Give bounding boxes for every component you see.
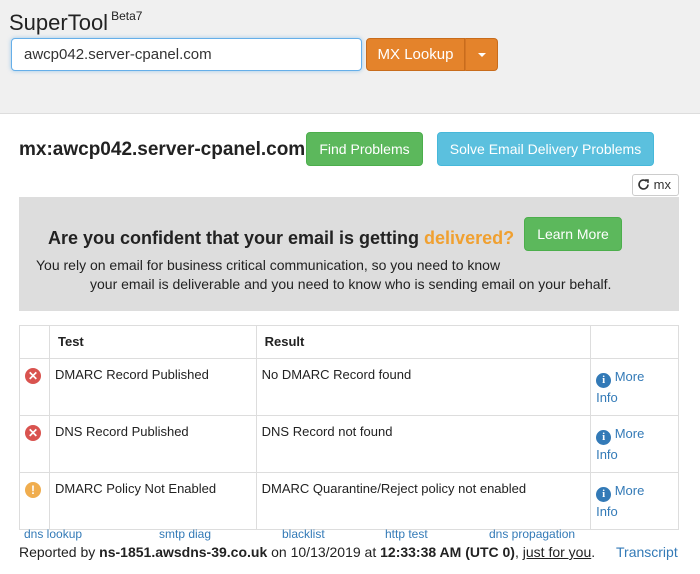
- just-for-you-link[interactable]: just for you: [523, 544, 591, 560]
- domain-search-input[interactable]: awcp042.server-cpanel.com: [11, 38, 362, 71]
- info-circle-icon: i: [596, 430, 612, 445]
- more-info-link[interactable]: i More Info: [590, 472, 679, 530]
- test-cell: DMARC Record Published: [48, 358, 257, 416]
- result-cell: DMARC Quarantine/Reject policy not enabl…: [255, 472, 592, 530]
- table-row: ✕ DMARC Record Published No DMARC Record…: [19, 358, 679, 416]
- blacklist-link[interactable]: blacklist: [282, 527, 325, 541]
- test-cell: DNS Record Published: [48, 415, 257, 473]
- dns-lookup-link[interactable]: dns lookup: [24, 527, 82, 541]
- top-bar: SuperTool Beta7 awcp042.server-cpanel.com…: [0, 0, 700, 84]
- results-table: Test Result ✕ DMARC Record Published No …: [19, 325, 679, 530]
- table-header-row: Test Result: [19, 325, 679, 359]
- result-cell: DNS Record not found: [255, 415, 592, 473]
- info-circle-icon: i: [596, 487, 612, 502]
- error-circle-icon: ✕: [25, 425, 41, 441]
- info-column-header: [590, 325, 679, 359]
- transcript-link[interactable]: Transcript: [616, 544, 678, 560]
- status-cell: ✕: [19, 415, 50, 473]
- promo-headline: Are you confident that your email is get…: [48, 228, 515, 248]
- test-column-header: Test: [48, 325, 257, 359]
- error-circle-icon: ✕: [25, 368, 41, 384]
- table-row: ! DMARC Policy Not Enabled DMARC Quarant…: [19, 472, 679, 530]
- promo-text-line-2: your email is deliverable and you need t…: [90, 276, 612, 292]
- status-cell: ✕: [19, 358, 50, 416]
- table-row: ✕ DNS Record Published DNS Record not fo…: [19, 415, 679, 473]
- dns-propagation-link[interactable]: dns propagation: [489, 527, 575, 541]
- reported-by-line: Reported by ns-1851.awsdns-39.co.uk on 1…: [19, 544, 596, 560]
- report-time: 12:33:38 AM (UTC 0): [380, 544, 515, 560]
- promo-banner: Are you confident that your email is get…: [19, 197, 679, 311]
- find-problems-button[interactable]: Find Problems: [306, 132, 423, 166]
- result-title: mx:awcp042.server-cpanel.com: [19, 139, 306, 160]
- brand-logo[interactable]: SuperTool Beta7: [9, 8, 143, 36]
- server-name: ns-1851.awsdns-39.co.uk: [99, 544, 268, 560]
- http-test-link[interactable]: http test: [385, 527, 428, 541]
- info-circle-icon: i: [596, 373, 612, 388]
- beta-badge: Beta7: [111, 8, 143, 23]
- smtp-diag-link[interactable]: smtp diag: [159, 527, 211, 541]
- test-cell: DMARC Policy Not Enabled: [48, 472, 257, 530]
- more-info-link[interactable]: i More Info: [590, 358, 679, 416]
- status-column-header: [19, 325, 50, 359]
- promo-text-line-1: You rely on email for business critical …: [36, 257, 501, 273]
- promo-highlight: delivered?: [424, 228, 515, 248]
- more-info-link[interactable]: i More Info: [590, 415, 679, 473]
- refresh-label: mx: [653, 177, 671, 192]
- caret-down-icon: [478, 53, 486, 57]
- status-cell: !: [19, 472, 50, 530]
- lookup-dropdown-toggle[interactable]: [465, 38, 498, 71]
- refresh-mx-button[interactable]: mx: [632, 174, 679, 196]
- result-column-header: Result: [255, 325, 592, 359]
- mx-lookup-button[interactable]: MX Lookup: [366, 38, 465, 71]
- brand-name: SuperTool: [9, 10, 109, 35]
- learn-more-button[interactable]: Learn More: [524, 217, 622, 251]
- refresh-icon: [638, 179, 649, 190]
- warning-circle-icon: !: [25, 482, 41, 498]
- solve-email-delivery-button[interactable]: Solve Email Delivery Problems: [437, 132, 654, 166]
- result-cell: No DMARC Record found: [255, 358, 592, 416]
